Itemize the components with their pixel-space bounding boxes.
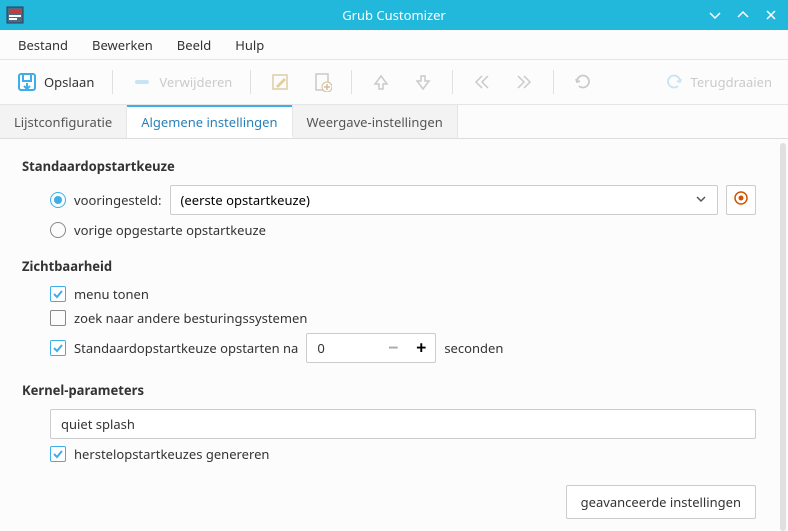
recovery-label: herstelopstartkeuzes genereren <box>74 445 269 463</box>
recovery-checkbox[interactable] <box>50 446 66 462</box>
vertical-scrollbar[interactable] <box>778 139 788 531</box>
timeout-label: Standaardopstartkeuze opstarten na <box>74 339 298 357</box>
previous-radio[interactable] <box>50 222 66 238</box>
kernel-params-input[interactable]: quiet splash <box>50 409 756 439</box>
timeout-spinner[interactable]: 0 − + <box>306 333 436 363</box>
menubar: Bestand Bewerken Beeld Hulp <box>0 30 788 60</box>
separator <box>112 70 113 94</box>
save-icon <box>16 71 38 93</box>
new-entry-button <box>305 67 339 97</box>
menu-help[interactable]: Hulp <box>225 32 274 58</box>
show-menu-checkbox[interactable] <box>50 286 66 302</box>
menu-view[interactable]: Beeld <box>167 32 221 58</box>
default-entry-section-title: Standaardopstartkeuze <box>22 157 756 175</box>
preset-config-button[interactable] <box>726 185 756 215</box>
preset-select-value: (eerste opstartkeuze) <box>181 191 310 209</box>
chevron-down-icon <box>695 191 707 209</box>
separator <box>553 70 554 94</box>
remove-label: Verwijderen <box>159 73 232 91</box>
titlebar: Grub Customizer <box>0 0 788 30</box>
edit-entry-button <box>263 67 297 97</box>
arrow-up-icon <box>370 71 392 93</box>
menu-edit[interactable]: Bewerken <box>82 32 163 58</box>
remove-button: Verwijderen <box>125 67 238 97</box>
move-up-button <box>364 67 398 97</box>
advanced-settings-button[interactable]: geavanceerde instellingen <box>566 485 756 519</box>
revert-button: Terugdraaien <box>657 67 778 97</box>
show-menu-label: menu tonen <box>74 285 149 303</box>
close-button[interactable] <box>764 8 778 22</box>
timeout-unit: seconden <box>444 339 503 357</box>
timeout-increment[interactable]: + <box>407 334 435 362</box>
previous-radio-label: vorige opgestarte opstartkeuze <box>74 221 266 239</box>
save-button[interactable]: Opslaan <box>10 67 100 97</box>
separator <box>250 70 251 94</box>
double-arrow-left-icon <box>471 71 493 93</box>
move-down-button <box>406 67 440 97</box>
save-label: Opslaan <box>44 73 94 91</box>
window-title: Grub Customizer <box>0 6 788 24</box>
separator <box>351 70 352 94</box>
tab-list-config[interactable]: Lijstconfiguratie <box>0 105 127 138</box>
menu-file[interactable]: Bestand <box>8 32 78 58</box>
timeout-value: 0 <box>307 339 379 357</box>
preset-radio-label: vooringesteld: <box>74 191 162 209</box>
refresh-button <box>566 67 600 97</box>
arrow-down-icon <box>412 71 434 93</box>
remove-icon <box>131 71 153 93</box>
move-right-button <box>507 67 541 97</box>
kernel-section-title: Kernel-parameters <box>22 381 756 399</box>
tab-bar: Lijstconfiguratie Algemene instellingen … <box>0 105 788 139</box>
double-arrow-right-icon <box>513 71 535 93</box>
edit-icon <box>269 71 291 93</box>
refresh-icon <box>572 71 594 93</box>
minimize-button[interactable] <box>708 8 722 22</box>
app-icon <box>6 6 24 24</box>
scrollbar-thumb[interactable] <box>780 143 786 531</box>
visibility-section-title: Zichtbaarheid <box>22 257 756 275</box>
toolbar: Opslaan Verwijderen Terugdraaien <box>0 60 788 105</box>
tab-general-settings[interactable]: Algemene instellingen <box>127 105 292 138</box>
kernel-params-value: quiet splash <box>61 415 135 433</box>
timeout-decrement[interactable]: − <box>379 334 407 362</box>
new-entry-icon <box>311 71 333 93</box>
tab-display-settings[interactable]: Weergave-instellingen <box>293 105 458 138</box>
move-left-button <box>465 67 499 97</box>
maximize-button[interactable] <box>736 8 750 22</box>
target-icon <box>733 190 749 210</box>
tab-content-general: Standaardopstartkeuze vooringesteld: (ee… <box>0 139 778 531</box>
probe-os-checkbox[interactable] <box>50 310 66 326</box>
revert-label: Terugdraaien <box>691 73 772 91</box>
probe-os-label: zoek naar andere besturingssystemen <box>74 309 307 327</box>
revert-icon <box>663 71 685 93</box>
separator <box>452 70 453 94</box>
preset-radio[interactable] <box>50 192 66 208</box>
timeout-checkbox[interactable] <box>50 340 66 356</box>
preset-select[interactable]: (eerste opstartkeuze) <box>170 185 718 215</box>
